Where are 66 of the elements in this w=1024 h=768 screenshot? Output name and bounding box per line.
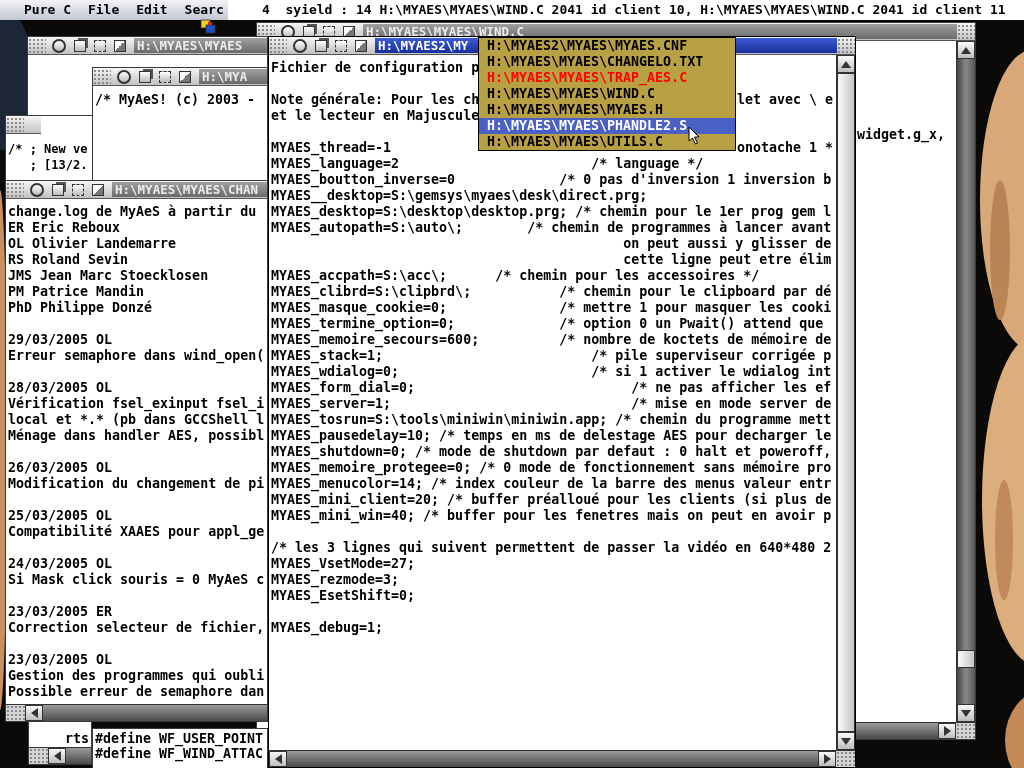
- text-line: let avec \ e: [736, 92, 833, 108]
- text-line: MYAES_menucolor=14; /* index couleur de la barre des menus valeur entr: [271, 476, 832, 492]
- text-line: Gestion des programmes qui oubli: [8, 668, 265, 684]
- text-line: 28/03/2005 OL: [8, 380, 113, 396]
- text-line: /* ; New ve: [8, 141, 88, 157]
- text-line: MYAES_memoire_secours=600; /* nombre de koctets de mémoire de: [271, 332, 832, 348]
- text-line: MYAES__desktop=S:\gemsys\myaes\desk\direct.prg;: [271, 188, 648, 204]
- text-line: MYAES_termine_option=0; /* option 0 un Pwait() attend que: [271, 316, 824, 332]
- text-line: change.log de MyAeS à partir du: [8, 204, 257, 220]
- text-line: MYAES_language=2 /* language */: [271, 156, 704, 172]
- text-line: MYAES_stack=1; /* pile superviseur corrigée p: [271, 348, 832, 364]
- text-line: MYAES_tosrun=S:\tools\miniwin\miniwin.app; /* chemin du programme mett: [271, 412, 832, 428]
- text-line: /* les 3 lignes qui suivent permettent de passer la vidéo en 640*480 2: [271, 540, 832, 556]
- text-line: MYAES_accpath=S:\acc\; /* chemin pour les accessoires */: [271, 268, 760, 284]
- text-line: PM Patrice Mandin: [8, 284, 145, 300]
- text-line: MYAES_boutton_inverse=0 /* 0 pas d'inversion 1 inversion b: [271, 172, 832, 188]
- text-line: /* MyAeS! (c) 2003 -: [95, 92, 256, 108]
- text-line: JMS Jean Marc Stoecklosen: [8, 268, 209, 284]
- text-line: 23/03/2005 OL: [8, 652, 113, 668]
- text-line: cette ligne peut etre élim: [622, 252, 832, 268]
- text-line: OL Olivier Landemarre: [8, 236, 177, 252]
- text-line: 24/03/2005 OL: [8, 556, 113, 572]
- text-line: Correction selecteur de fichier,: [8, 620, 265, 636]
- text-line: Note générale: Pour les ch: [271, 92, 480, 108]
- text-line: MYAES_mini_win=40; /* buffer pour les fenetres mais on peut en avoir p: [271, 508, 832, 524]
- text-line: Possible erreur de semaphore dan: [8, 684, 265, 700]
- text-line: 25/03/2005 OL: [8, 508, 113, 524]
- text-line: ER Eric Reboux: [8, 220, 121, 236]
- text-line: MYAES_VsetMode=27;: [271, 556, 416, 572]
- text-line: MYAES_shutdown=0; /* mode de shutdown par defaut : 0 halt et poweroff,: [271, 444, 832, 460]
- text-line: Vérification fsel_exinput fsel_i: [8, 396, 265, 412]
- text-line: rts: [65, 731, 90, 747]
- text-line: MYAES_autopath=S:\auto\; /* chemin de programmes à lancer avant: [271, 220, 832, 236]
- text-line: MYAES_rezmode=3;: [271, 572, 400, 588]
- text-line: RS Roland Sevin: [8, 252, 129, 268]
- text-line: MYAES_server=1; /* mise en mode server de: [271, 396, 832, 412]
- text-line: MYAES_mini_client=20; /* buffer préalloué pour les clients (si plus de: [271, 492, 832, 508]
- text-line: MYAES_clibrd=S:\clipbrd\; /* chemin pour le clipboard par dé: [271, 284, 832, 300]
- text-line: PhD Philippe Donzé: [8, 300, 153, 316]
- text-line: local et *.* (pb dans GCCShell l: [8, 412, 265, 428]
- text-line: Ménage dans handler AES, possibl: [8, 428, 265, 444]
- text-line: Modification du changement de pi: [8, 476, 265, 492]
- text-line: MYAES_EsetShift=0;: [271, 588, 416, 604]
- text-line: et le lecteur en Majuscule: [271, 108, 480, 124]
- text-line: MYAES_desktop=S:\desktop\desktop.prg; /* chemin pour le 1er prog gem l: [271, 204, 832, 220]
- text-line: MYAES_form_dial=0; /* ne pas afficher les ef: [271, 380, 832, 396]
- text-line: onotache 1 *: [736, 140, 833, 156]
- text-line: MYAES_masque_cookie=0; /* mettre 1 pour masquer les cooki: [271, 300, 832, 316]
- text-line: #define WF_WIND_ATTAC: [95, 746, 264, 761]
- text-line: MYAES_thread=-1: [271, 140, 392, 156]
- text-line: #define WF_USER_POINT: [95, 731, 264, 746]
- text-line: Compatibilité XAAES pour appl_ge: [8, 524, 265, 540]
- text-line: on peut aussi y glisser de: [622, 236, 832, 252]
- text-line: Erreur semaphore dans wind_open(: [8, 348, 265, 364]
- text-line: ; [13/2.: [28, 157, 88, 173]
- text-line: 26/03/2005 OL: [8, 460, 113, 476]
- text-line: MYAES_memoire_protegee=0; /* 0 mode de fonctionnement sans mémoire pro: [271, 460, 832, 476]
- text-line: MYAES_debug=1;: [271, 620, 384, 636]
- text-line: MYAES_wdialog=0; /* si 1 activer le wdialog int: [271, 364, 832, 380]
- text-line: MYAES_pausedelay=10; /* temps en ms de delestage AES pour decharger le: [271, 428, 832, 444]
- text-line: 29/03/2005 OL: [8, 332, 113, 348]
- text-line: Fichier de configuration p: [271, 60, 480, 76]
- text-line: widget.g_x,: [856, 127, 945, 143]
- text-line: Si Mask click souris = 0 MyAeS c: [8, 572, 265, 588]
- status-bar: 4 syield : 14 H:\MYAES\MYAES\WIND.C 2041 id client 10, H:\MYAES\MYAES\WIND.C 2041 id client 11: [228, 0, 1024, 20]
- text-line: 23/03/2005 ER: [8, 604, 113, 620]
